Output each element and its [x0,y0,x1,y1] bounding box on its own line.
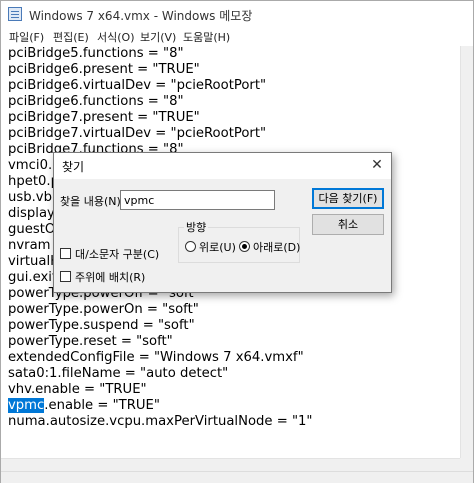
menu-help[interactable]: 도움말(H) [183,29,230,45]
text-line: hpet0.p [8,174,59,189]
menu-view[interactable]: 보기(V) [140,29,176,45]
find-dialog-title-bar: 찾기 ✕ [54,153,391,179]
selected-line-rest: .enable = "TRUE" [44,398,160,413]
search-match-highlight: vpmc [8,398,45,413]
match-case-label[interactable]: 대/소문자 구분(C) [75,246,159,262]
direction-down-radio[interactable] [239,241,250,252]
text-line: powerType.reset = "soft" [8,334,173,349]
match-case-checkbox[interactable] [60,248,71,259]
wrap-around-label[interactable]: 주위에 배치(R) [75,269,145,285]
direction-down-label[interactable]: 아래로(D) [253,239,300,255]
find-next-button[interactable]: 다음 찾기(F) [312,188,384,209]
menu-format[interactable]: 서식(O) [97,29,134,45]
text-line: vhv.enable = "TRUE" [8,382,147,397]
text-line: pciBridge6.present = "TRUE" [8,62,200,77]
find-dialog: 찾기 ✕ 찾을 내용(N): 다음 찾기(F) 취소 방향 위로(U) 아래로(… [53,152,392,293]
selected-line: vpmc.enable = "TRUE" [8,398,160,414]
notepad-icon [8,7,22,21]
text-line: powerType.suspend = "soft" [8,318,195,333]
text-line: pciBridge6.functions = "8" [8,94,184,109]
text-line: pciBridge7.present = "TRUE" [8,110,200,125]
status-bar [1,471,473,483]
text-line: pciBridge7.virtualDev = "pcieRootPort" [8,126,267,141]
text-line: pciBridge6.virtualDev = "pcieRootPort" [8,78,267,93]
direction-label: 방향 [184,219,209,235]
text-line: usb.vbl [8,190,56,205]
vertical-scrollbar[interactable] [460,46,473,458]
find-what-input[interactable] [120,190,275,210]
title-bar: Windows 7 x64.vmx - Windows 메모장 [1,1,473,28]
wrap-around-checkbox[interactable] [60,271,71,282]
menu-file[interactable]: 파일(F) [9,29,44,45]
text-line: sata0:1.fileName = "auto detect" [8,366,229,381]
menu-edit[interactable]: 편집(E) [53,29,89,45]
direction-up-radio[interactable] [185,241,196,252]
cancel-button[interactable]: 취소 [312,214,384,235]
horizontal-scrollbar[interactable] [1,458,460,471]
menu-bar: 파일(F) 편집(E) 서식(O) 보기(V) 도움말(H) [1,28,473,46]
text-line: pciBridge5.functions = "8" [8,46,184,61]
find-what-label: 찾을 내용(N): [60,195,125,208]
find-dialog-title: 찾기 [62,160,85,174]
close-icon[interactable]: ✕ [369,157,385,173]
text-line: numa.autosize.vcpu.maxPerVirtualNode = "… [8,414,313,429]
text-line: powerType.powerOn = "soft" [8,302,199,317]
direction-up-label[interactable]: 위로(U) [199,239,236,255]
text-line: extendedConfigFile = "Windows 7 x64.vmxf… [8,350,304,365]
scrollbar-corner [460,458,473,471]
window-title: Windows 7 x64.vmx - Windows 메모장 [29,9,253,23]
